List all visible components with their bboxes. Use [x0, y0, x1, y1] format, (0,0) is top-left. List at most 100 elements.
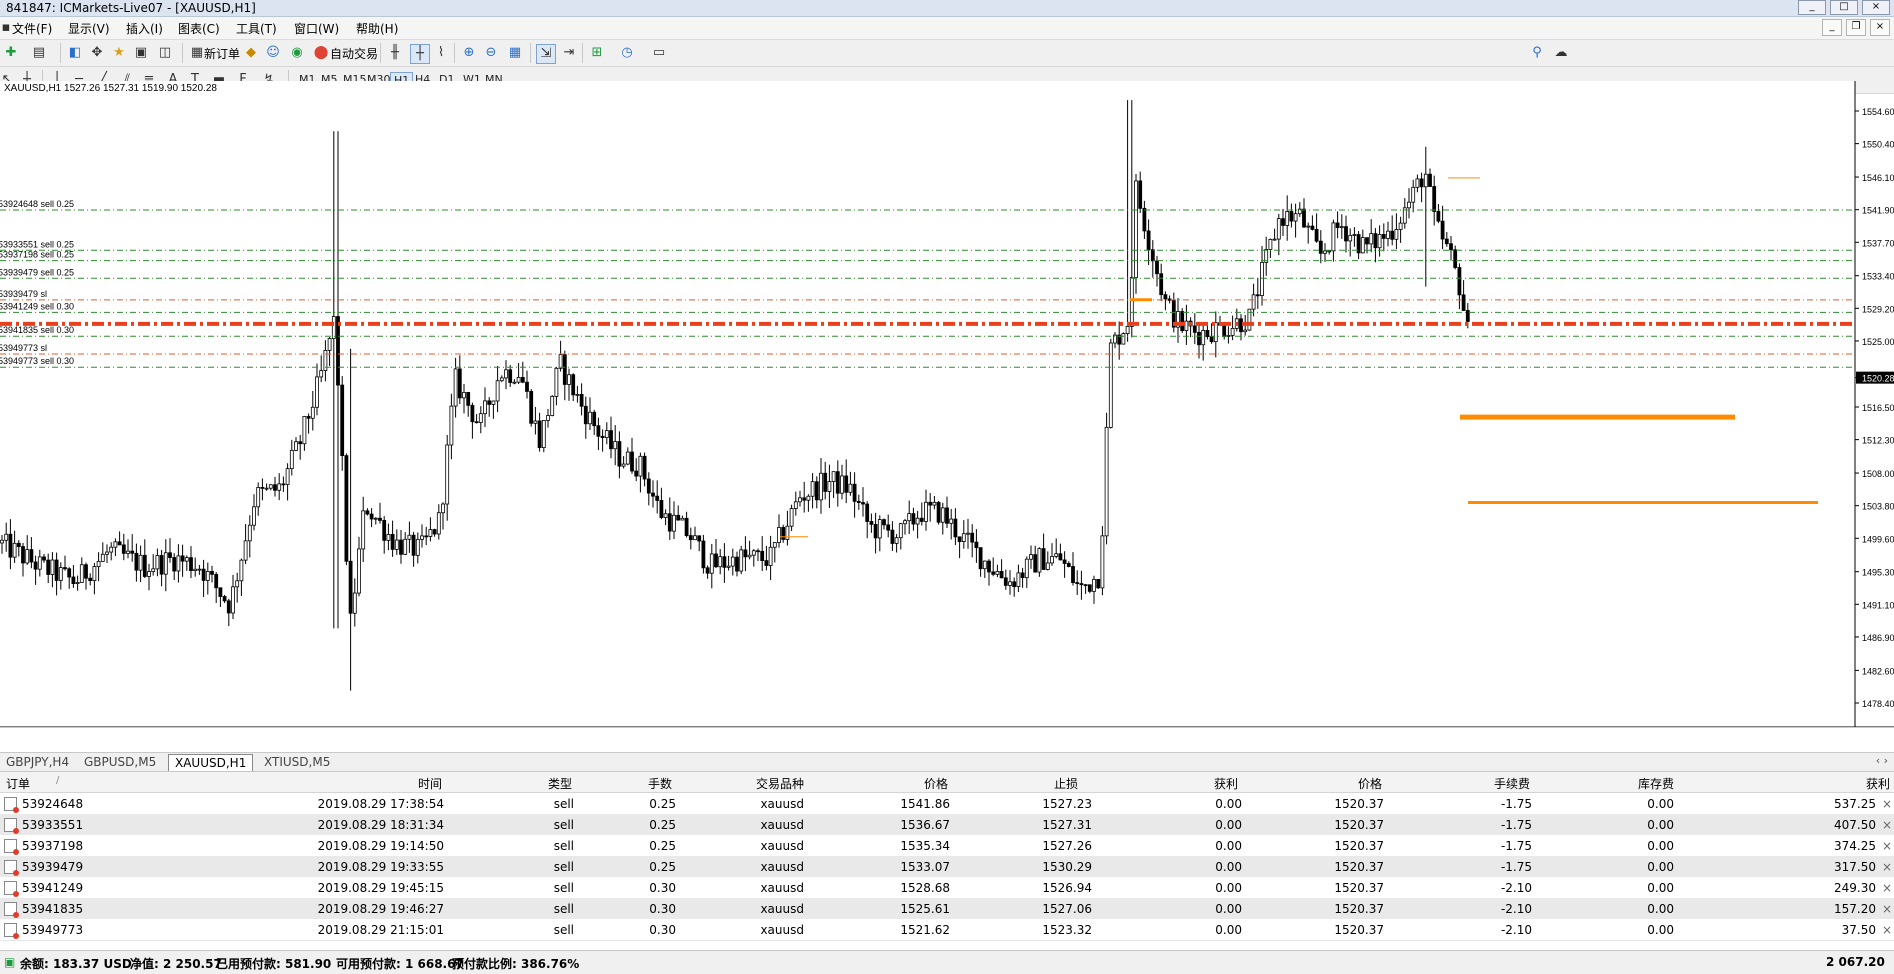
candle-bear — [525, 381, 529, 392]
market-watch-icon[interactable]: ◧ — [66, 44, 84, 62]
price-tick-label: 1550.40 — [1862, 140, 1894, 150]
col-type[interactable]: 类型 — [548, 775, 572, 792]
signals-icon[interactable]: ☺ — [264, 44, 282, 62]
tile-windows-icon[interactable]: ▦ — [506, 44, 524, 62]
candle-bear — [1012, 581, 1017, 588]
new-order-button[interactable]: 新订单 — [204, 45, 240, 62]
candle-bull — [352, 592, 357, 614]
price-chart[interactable]: 53924648 sell 0.25 53933551 sell 0.25 5393… — [0, 81, 1894, 728]
menu-window[interactable]: 窗口(W) — [294, 20, 339, 37]
periods-icon[interactable]: ◷ — [618, 44, 636, 62]
table-row[interactable]: 53924648 2019.08.29 17:38:54 sell 0.25 xauus… — [0, 793, 1894, 815]
col-current-price[interactable]: 价格 — [1358, 775, 1382, 792]
order-tp: 0.00 — [1215, 839, 1242, 853]
bar-chart-icon[interactable]: ╫ — [386, 44, 404, 62]
auto-trading-icon[interactable]: ⬤ — [312, 44, 330, 62]
menu-insert[interactable]: 插入(I) — [126, 20, 163, 37]
candle-bull — [785, 525, 790, 540]
close-order-icon[interactable]: × — [1882, 839, 1892, 853]
chat-icon[interactable]: ☁ — [1552, 44, 1570, 62]
close-button[interactable]: × — [1862, 0, 1890, 15]
col-order[interactable]: 订单 — [6, 775, 30, 792]
col-lots[interactable]: 手数 — [648, 775, 672, 792]
search-icon[interactable]: ⚲ — [1528, 44, 1546, 62]
table-row[interactable]: 53939479 2019.08.29 19:33:55 sell 0.25 xauus… — [0, 856, 1894, 878]
col-swap[interactable]: 库存费 — [1638, 775, 1674, 792]
close-order-icon[interactable]: × — [1882, 881, 1892, 895]
menu-file[interactable]: 文件(F) — [12, 20, 52, 37]
candle-bull — [1276, 218, 1281, 240]
order-current-price: 1520.37 — [1334, 818, 1384, 832]
minimize-button[interactable]: _ — [1798, 0, 1826, 15]
order-swap: 0.00 — [1647, 923, 1674, 937]
candle-bear — [399, 539, 403, 555]
order-level-label: 53941835 sell 0.30 — [0, 325, 74, 335]
menu-charts[interactable]: 图表(C) — [178, 20, 220, 37]
candle-bear — [142, 554, 147, 577]
chart-canvas[interactable]: 53924648 sell 0.2553933551 sell 0.255393… — [0, 81, 1894, 727]
mdi-restore-button[interactable]: ❐ — [1846, 19, 1866, 36]
col-symbol[interactable]: 交易品种 — [756, 775, 804, 792]
templates-icon[interactable]: ▭ — [650, 44, 668, 62]
candle-bull — [285, 468, 290, 485]
col-commission[interactable]: 手续费 — [1494, 775, 1530, 792]
candle-bull — [575, 393, 580, 396]
market-icon[interactable]: ◉ — [288, 44, 306, 62]
maximize-button[interactable]: □ — [1830, 0, 1858, 15]
strategy-tester-icon[interactable]: ◫ — [156, 44, 174, 62]
tab-gbpusd-m5[interactable]: GBPUSD,M5 — [78, 754, 162, 770]
candle-bear — [1180, 311, 1185, 331]
mdi-minimize-button[interactable]: _ — [1822, 19, 1842, 36]
menu-view[interactable]: 显示(V) — [68, 20, 110, 37]
candle-bull — [1008, 581, 1012, 586]
candle-bear — [1083, 584, 1088, 587]
col-sl[interactable]: 止损 — [1054, 775, 1078, 792]
crosshair-icon[interactable]: ✥ — [88, 44, 106, 62]
order-id: 53933551 — [22, 818, 84, 832]
profiles-icon[interactable]: ▤ — [30, 44, 48, 62]
new-chart-icon[interactable]: ✚ — [2, 44, 20, 62]
terminal-icon[interactable]: ▣ — [132, 44, 150, 62]
candle-bear — [390, 534, 395, 550]
table-row[interactable]: 53937198 2019.08.29 19:14:50 sell 0.25 xauus… — [0, 835, 1894, 857]
close-order-icon[interactable]: × — [1882, 860, 1892, 874]
candle-bear — [218, 587, 223, 597]
order-id: 53949773 — [22, 923, 84, 937]
close-order-icon[interactable]: × — [1882, 902, 1892, 916]
candle-bear — [1041, 548, 1046, 570]
close-order-icon[interactable]: × — [1882, 923, 1892, 937]
candle-bear — [743, 549, 748, 558]
table-row[interactable]: 53941249 2019.08.29 19:45:15 sell 0.30 xauus… — [0, 877, 1894, 899]
col-open-price[interactable]: 价格 — [924, 775, 948, 792]
auto-trading-button[interactable]: 自动交易 — [330, 45, 378, 62]
close-order-icon[interactable]: × — [1882, 797, 1892, 811]
tab-gbpjpy-h4[interactable]: GBPJPY,H4 — [0, 754, 75, 770]
table-row[interactable]: 53941835 2019.08.29 19:46:27 sell 0.30 xauus… — [0, 898, 1894, 920]
table-row[interactable]: 53949773 2019.08.29 21:15:01 sell 0.30 xauus… — [0, 919, 1894, 941]
candle-bull — [138, 554, 143, 571]
menu-tools[interactable]: 工具(T) — [236, 20, 277, 37]
close-order-icon[interactable]: × — [1882, 818, 1892, 832]
order-id: 53941249 — [22, 881, 84, 895]
orders-header: 订单 / 时间 类型 手数 交易品种 价格 止损 获利 价格 手续费 库存费 获… — [0, 772, 1894, 793]
zoom-out-icon[interactable]: ⊖ — [482, 44, 500, 62]
col-profit[interactable]: 获利 — [1866, 775, 1890, 792]
candle-bull — [1352, 234, 1357, 236]
autoscroll-icon[interactable]: ⇲ — [536, 44, 556, 64]
metaeditor-icon[interactable]: ◆ — [242, 44, 260, 62]
zoom-in-icon[interactable]: ⊕ — [460, 44, 478, 62]
line-chart-icon[interactable]: ⌇ — [432, 44, 450, 62]
mdi-close-button[interactable]: × — [1870, 19, 1890, 36]
indicators-icon[interactable]: ⊞ — [588, 44, 606, 62]
candlestick-icon[interactable]: ┼ — [410, 44, 430, 64]
chart-shift-icon[interactable]: ⇥ — [560, 44, 578, 62]
tab-scroll-icon[interactable]: ‹ › — [1876, 754, 1888, 767]
col-tp[interactable]: 获利 — [1214, 775, 1238, 792]
table-row[interactable]: 53933551 2019.08.29 18:31:34 sell 0.25 xauus… — [0, 814, 1894, 836]
menu-help[interactable]: 帮助(H) — [356, 20, 398, 37]
tab-xauusd-h1[interactable]: XAUUSD,H1 — [168, 754, 254, 771]
navigator-icon[interactable]: ★ — [110, 44, 128, 62]
order-level-label: 53933551 sell 0.25 — [0, 239, 74, 249]
col-time[interactable]: 时间 — [418, 775, 442, 792]
tab-xtiusd-m5[interactable]: XTIUSD,M5 — [258, 754, 336, 770]
